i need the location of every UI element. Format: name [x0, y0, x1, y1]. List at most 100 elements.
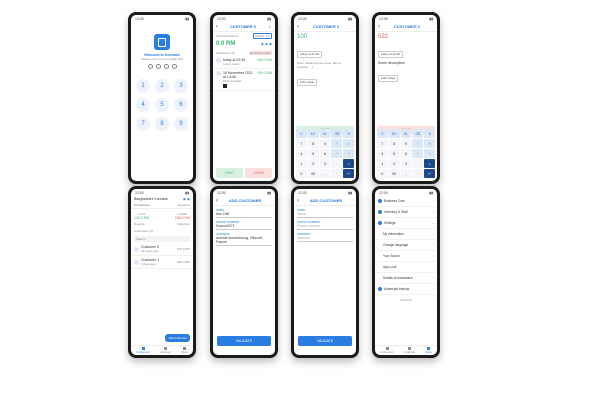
header: ‹ ADD CUSTOMER [213, 196, 275, 206]
name-field[interactable]: NAME Ann Dell [216, 208, 272, 218]
pin-key[interactable]: 6 [174, 98, 188, 112]
pin-subtitle: Please enter your Konnash PIN [140, 57, 184, 61]
page-title: CUSTOMER 0 [312, 24, 340, 29]
date-chip[interactable]: today at 22:38 [378, 50, 404, 58]
nav-analysis[interactable]: Analysis [160, 347, 171, 354]
menu-item-app-lock[interactable]: App Lock › [375, 262, 437, 273]
avatar [134, 259, 139, 265]
transaction-row[interactable]: 16 November 2021 at 14:48 Bank Transfer +… [213, 69, 275, 91]
pin-key[interactable]: 7 [136, 117, 150, 131]
address-field[interactable]: ADDRESS avenue kronenbourg, Hillcroft, Fr… [216, 232, 272, 246]
customers-count: Customers (2) [134, 229, 154, 233]
menu-item-my-information[interactable]: My information › [375, 229, 437, 240]
pin-key[interactable]: 2 [155, 79, 169, 93]
attachment-thumbnail[interactable] [223, 84, 227, 88]
chevron-right-icon: › [432, 243, 434, 247]
phone-amount-got: 12:00 ▮▮ ‹ CUSTOMER 0 100 today at 22:38 E… [291, 12, 359, 184]
phone-pin-screen: 12:00 ▮▮ Welcome to Konnash Please enter … [128, 12, 196, 184]
chevron-right-icon: › [432, 265, 434, 269]
menu-item-transaction-details[interactable]: Details of transaction › [375, 273, 437, 284]
balance-value: 0.0 RM [216, 41, 236, 47]
business-name[interactable]: Bangladeshi Konnash [134, 197, 168, 201]
add-customer-button[interactable]: Add customer [165, 334, 190, 342]
tab-suppliers[interactable]: Suppliers [177, 203, 190, 207]
header: ‹ ADD CUSTOMER [294, 196, 356, 206]
pin-dots [131, 64, 193, 69]
name-field[interactable]: NAME Name [297, 208, 353, 218]
menu-item-settings[interactable]: Settings ⌄ [375, 218, 437, 229]
card-icon [378, 199, 382, 203]
tab-customers[interactable]: Customers [134, 203, 150, 207]
bottom-nav: Customers Analysis More [131, 345, 193, 355]
pin-key[interactable]: 4 [136, 98, 150, 112]
settled-badge: Settled at 0 [252, 33, 272, 39]
menu-item-inventory[interactable]: Inventory & Staff › [375, 207, 437, 218]
menu-item-language[interactable]: Change language › [375, 240, 437, 251]
status-bar: 12:00 ▮▮ [298, 16, 352, 21]
page-title: CUSTOMER 0 [229, 24, 257, 29]
app-logo [154, 34, 170, 50]
page-title: ADD CUSTOMER [309, 198, 343, 203]
status-bar: 12:00 ▮▮ [379, 190, 433, 195]
transaction-row[interactable]: today at 22:36 Kevin, Gavin 180.0 RM [213, 56, 275, 69]
nav-more[interactable]: More [425, 347, 432, 354]
chevron-right-icon: › [432, 199, 434, 203]
pin-key[interactable]: 1 [136, 79, 150, 93]
menu-item-backup[interactable]: Automatic backup › [375, 284, 437, 295]
header: ‹ CUSTOMER 0 [375, 22, 437, 32]
search-input[interactable]: Search [134, 236, 190, 242]
phone-field[interactable]: PHONE NUMBER 0xxxx44271 [216, 220, 272, 230]
backup-icon [378, 287, 382, 291]
customer-row[interactable]: Customer 13 days ago 180.0 RM [131, 256, 193, 269]
header-icons[interactable]: ◉ ◉ [183, 197, 190, 201]
status-bar: 12:00 ▮▮ [135, 190, 189, 195]
header: ‹ CUSTOMER 0 [294, 22, 356, 32]
validate-button[interactable]: VALIDATE [298, 336, 352, 346]
action-icons[interactable]: ◉ ◉ ◉ [261, 42, 272, 46]
customer-row[interactable]: Customer 0 18 hours ago 100.0 RM [131, 243, 193, 256]
gave-button[interactable]: I GAVE [245, 168, 272, 178]
phone-field[interactable]: PHONE NUMBER Phone number [297, 220, 353, 230]
status-bar: 12:00 ▮▮ [379, 16, 433, 21]
pin-key[interactable]: 9 [174, 117, 188, 131]
amount-display: 522 [378, 34, 389, 40]
transaction-icon [216, 71, 221, 76]
chevron-right-icon: › [432, 276, 434, 280]
calculator-keypad: C M+ M- ⌫% 7 8 9 ÷ × 4 5 6− + 1 2 3. = 0 00, · ↵ [296, 129, 354, 178]
footer-brand: Konnash [400, 298, 412, 302]
pin-key[interactable]: 5 [155, 98, 169, 112]
status-bar: 12:00 ▮▮ [217, 16, 271, 21]
collection-link[interactable]: Collection [177, 222, 190, 226]
bottom-nav: Customers Analysis More [375, 345, 437, 355]
reports-link[interactable]: Reports [134, 222, 145, 226]
report-button[interactable]: Generate report [248, 51, 272, 55]
header: ‹ CUSTOMER 0 ☺ [213, 22, 275, 32]
add-image-chip[interactable]: Add image [378, 74, 399, 82]
got-button[interactable]: I GOT [216, 168, 243, 178]
phone-settings: 12:00 ▮▮ Business Card › Inventory & Staff… [372, 186, 440, 358]
menu-item-business-card[interactable]: Business Card › [375, 196, 437, 207]
pin-key[interactable]: 8 [155, 117, 169, 131]
nav-customers[interactable]: Customers [136, 347, 150, 354]
details-input[interactable]: Enter details (Items name, Bill no, Quan… [294, 60, 356, 70]
validate-button[interactable]: VALIDATE [217, 336, 271, 346]
date-chip[interactable]: today at 22:38 [297, 50, 323, 58]
nav-more[interactable]: More [181, 347, 188, 354]
address-field[interactable]: ADDRESS Address [297, 232, 353, 242]
details-input[interactable]: Some description [375, 60, 437, 66]
chevron-right-icon: › [432, 210, 434, 214]
status-bar: 12:00 ▮▮ [135, 16, 189, 21]
pin-key[interactable]: 3 [174, 79, 188, 93]
page-title: CUSTOMER 0 [393, 24, 421, 29]
page-title: ADD CUSTOMER [228, 198, 262, 203]
chevron-right-icon: › [432, 287, 434, 291]
nav-analysis[interactable]: Analysis [404, 347, 415, 354]
total-got: 100.0 RM [134, 216, 150, 220]
user-icon[interactable]: ☺ [268, 24, 272, 29]
calculator-keypad: C M+ M- ⌫% 7 8 9 ÷ × 4 5 6− + 1 2 3. = 0 00, · ↵ [377, 129, 435, 178]
menu-item-sound[interactable]: Your Sound › [375, 251, 437, 262]
add-image-chip[interactable]: Add image [297, 78, 318, 86]
gear-icon [378, 221, 382, 225]
balance-label: General balance [216, 34, 239, 38]
nav-customers[interactable]: Customers [380, 347, 394, 354]
